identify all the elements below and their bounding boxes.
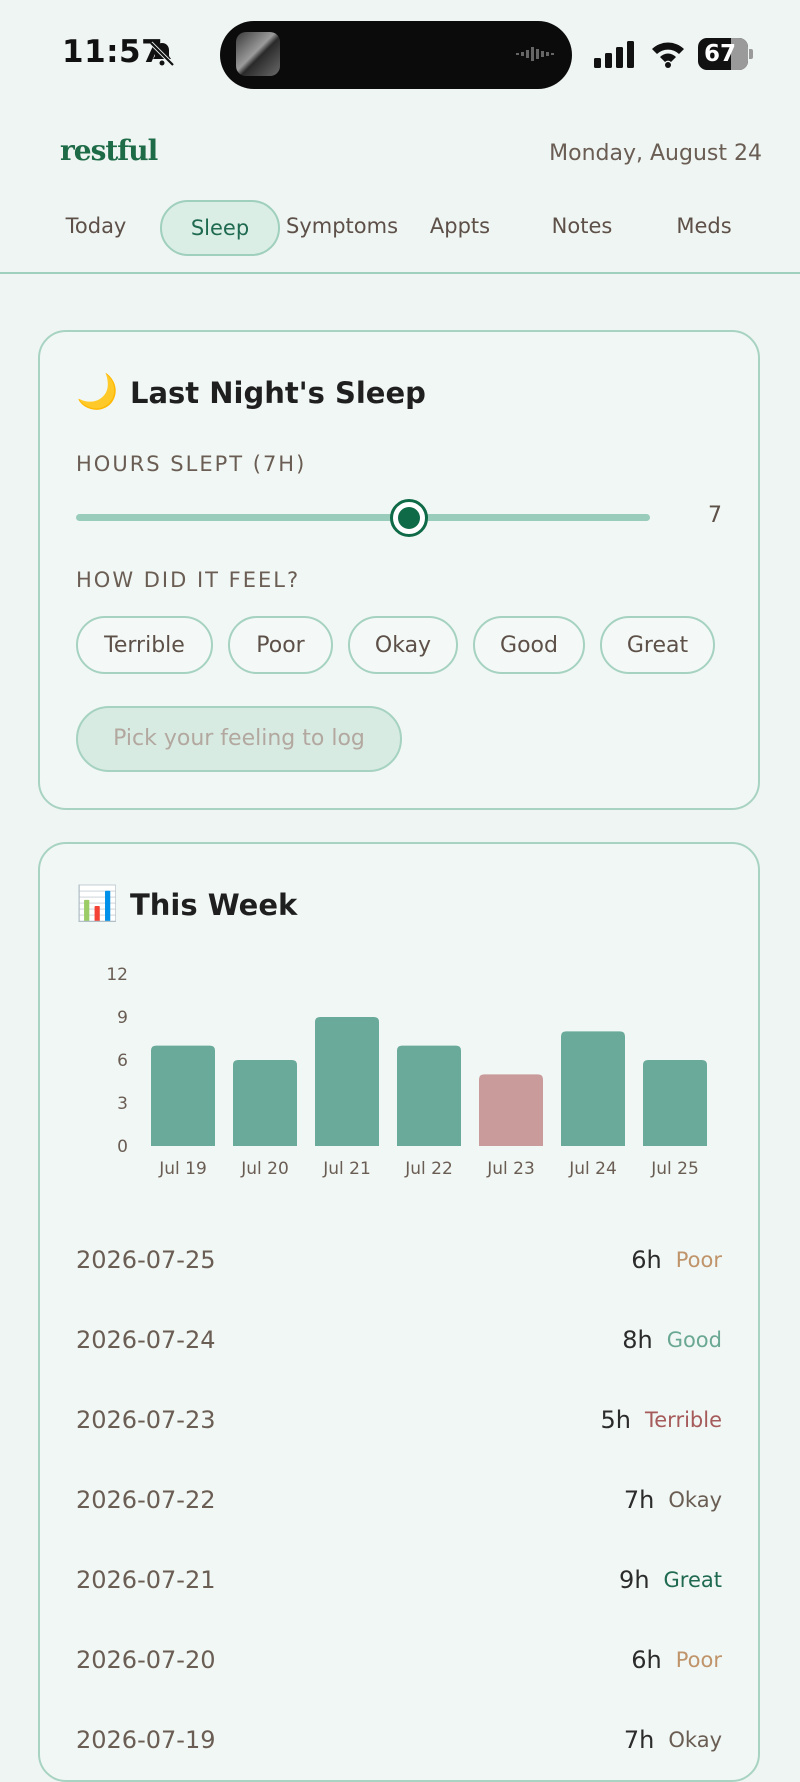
x-tick-label: Jul 21	[322, 1159, 371, 1179]
tab-notes[interactable]: Notes	[536, 200, 628, 252]
chart-bar	[561, 1031, 625, 1146]
log-row-date: 2026-07-20	[76, 1646, 216, 1674]
log-row-feeling: Good	[666, 1328, 722, 1352]
battery-icon: 67	[698, 38, 754, 70]
log-row-feeling: Okay	[668, 1728, 722, 1752]
log-row-date: 2026-07-25	[76, 1246, 216, 1274]
log-row-hours: 5h	[600, 1406, 631, 1434]
feeling-terrible-button[interactable]: Terrible	[76, 616, 213, 674]
log-row-feeling: Poor	[675, 1248, 722, 1272]
hours-slider-value: 7	[708, 503, 722, 528]
log-row-feeling: Terrible	[645, 1408, 722, 1432]
tabs-divider	[0, 272, 800, 274]
this-week-title: This Week	[130, 888, 298, 922]
log-row-hours: 8h	[622, 1326, 653, 1354]
feel-label: HOW DID IT FEEL?	[76, 568, 301, 592]
chart-icon: 📊	[76, 884, 119, 924]
x-tick-label: Jul 24	[568, 1159, 617, 1179]
y-tick-label: 0	[117, 1137, 128, 1157]
audio-wave-icon	[516, 47, 554, 61]
feeling-good-button[interactable]: Good	[473, 616, 585, 674]
log-row-hours: 6h	[631, 1246, 662, 1274]
log-row-date: 2026-07-23	[76, 1406, 216, 1434]
log-row-feeling: Great	[663, 1568, 722, 1592]
chart-bar	[151, 1045, 215, 1146]
now-playing-artwork[interactable]	[236, 32, 280, 76]
x-tick-label: Jul 20	[240, 1159, 289, 1179]
log-row-date: 2026-07-19	[76, 1726, 216, 1754]
moon-icon: 🌙	[76, 372, 119, 412]
tab-today[interactable]: Today	[50, 200, 142, 252]
header-date: Monday, August 24	[549, 141, 762, 166]
y-tick-label: 9	[117, 1008, 128, 1028]
y-tick-label: 6	[117, 1051, 128, 1071]
signal-icon	[594, 41, 634, 68]
log-row-date: 2026-07-22	[76, 1486, 216, 1514]
brand-logo: restful	[60, 134, 158, 167]
hours-slider-track[interactable]	[76, 514, 650, 521]
feeling-okay-button[interactable]: Okay	[348, 616, 458, 674]
tab-symptoms[interactable]: Symptoms	[284, 200, 400, 252]
x-tick-label: Jul 19	[158, 1159, 207, 1179]
chart-bar	[233, 1060, 297, 1146]
log-row-feeling: Poor	[675, 1648, 722, 1672]
chart-bar	[479, 1074, 543, 1146]
tab-meds[interactable]: Meds	[658, 200, 750, 252]
wifi-icon	[652, 42, 684, 68]
x-tick-label: Jul 25	[650, 1159, 699, 1179]
chart-bar	[315, 1017, 379, 1146]
log-row-hours: 7h	[623, 1726, 655, 1754]
hours-slider-thumb[interactable]	[389, 499, 428, 537]
log-row-hours: 6h	[631, 1646, 662, 1674]
log-row-hours: 7h	[623, 1486, 655, 1514]
log-sleep-button[interactable]: Pick your feeling to log	[76, 706, 402, 772]
log-row-date: 2026-07-24	[76, 1326, 216, 1354]
chart-bar	[643, 1060, 707, 1146]
feeling-poor-button[interactable]: Poor	[228, 616, 333, 674]
log-row-date: 2026-07-21	[76, 1566, 216, 1594]
chart-bar	[397, 1045, 461, 1146]
battery-level: 67	[704, 41, 737, 67]
tab-appts[interactable]: Appts	[414, 200, 506, 252]
sleep-hours-chart: 0 3 6 9 12 Jul 19 Jul 20 Jul 21 Jul 22 Jul 23 Jul …	[106, 965, 707, 1179]
hours-slept-label: HOURS SLEPT (7H)	[76, 452, 307, 476]
y-tick-label: 12	[106, 965, 128, 985]
x-tick-label: Jul 23	[486, 1159, 535, 1179]
x-tick-label: Jul 22	[404, 1159, 453, 1179]
y-tick-label: 3	[117, 1094, 128, 1114]
last-night-title: Last Night's Sleep	[130, 376, 426, 410]
log-row-hours: 9h	[619, 1566, 650, 1594]
feeling-great-button[interactable]: Great	[600, 616, 715, 674]
bell-muted-icon	[149, 41, 175, 67]
tab-sleep[interactable]: Sleep	[160, 200, 280, 256]
log-row-feeling: Okay	[668, 1488, 722, 1512]
